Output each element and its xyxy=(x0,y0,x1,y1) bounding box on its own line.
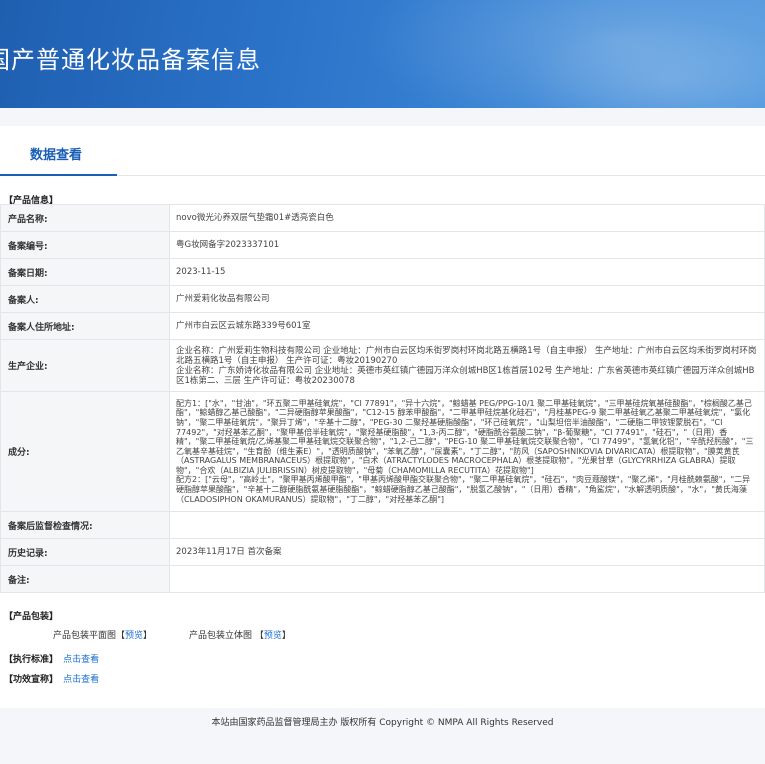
table-row: 备案日期: 2023-11-15 xyxy=(0,258,765,286)
table-row: 产品名称: novo微光沁养双层气垫霜01#透亮瓷白色 xyxy=(0,204,765,232)
tab-underline xyxy=(0,174,117,176)
row-value: 配方1：["水"，"甘油"，"环五聚二甲基硅氧烷"，"CI 77891"，"异十… xyxy=(169,391,765,512)
section-product-packaging: 【产品包装】 xyxy=(4,612,59,622)
row-key: 生产企业: xyxy=(0,339,170,392)
row-value: 广州市白云区云城东路339号601室 xyxy=(169,312,765,340)
row-key: 历史记录: xyxy=(0,538,170,566)
packaging-stereo-preview-link[interactable]: 预览 xyxy=(264,631,282,641)
banner-gap xyxy=(0,108,765,126)
packaging-flat: 产品包装平面图【预览】 xyxy=(53,628,152,641)
row-value xyxy=(169,511,765,539)
table-row: 备案人住所地址: 广州市白云区云城东路339号601室 xyxy=(0,312,765,340)
product-info-table: 产品名称: novo微光沁养双层气垫霜01#透亮瓷白色 备案编号: 粤G妆网备字… xyxy=(0,204,765,593)
row-value: novo微光沁养双层气垫霜01#透亮瓷白色 xyxy=(169,204,765,232)
row-key: 成分: xyxy=(0,391,170,512)
header-banner: 国产普通化妆品备案信息 xyxy=(0,0,765,108)
row-key: 备案编号: xyxy=(0,231,170,259)
standard-view-link[interactable]: 点击查看 xyxy=(63,655,99,665)
table-row: 备注: xyxy=(0,565,765,593)
row-value: 企业名称：广州爱莉生物科技有限公司 企业地址：广州市白云区均禾街罗岗村环岗北路五… xyxy=(169,339,765,392)
tab-bar: 数据查看 xyxy=(0,126,765,176)
section-standard: 【执行标准】 点击查看 xyxy=(4,652,99,665)
row-key: 备案人住所地址: xyxy=(0,312,170,340)
row-value: 粤G妆网备字2023337101 xyxy=(169,231,765,259)
row-key: 备注: xyxy=(0,565,170,593)
table-row: 历史记录: 2023年11月17日 首次备案 xyxy=(0,538,765,566)
row-value: 广州爱莉化妆品有限公司 xyxy=(169,285,765,313)
table-row: 生产企业: 企业名称：广州爱莉生物科技有限公司 企业地址：广州市白云区均禾街罗岗… xyxy=(0,339,765,392)
packaging-flat-preview-link[interactable]: 预览 xyxy=(125,631,143,641)
table-row: 备案编号: 粤G妆网备字2023337101 xyxy=(0,231,765,259)
row-key: 备案后监督检查情况: xyxy=(0,511,170,539)
efficacy-view-link[interactable]: 点击查看 xyxy=(63,675,99,685)
packaging-stereo-label: 产品包装立体图 【 xyxy=(189,631,264,641)
packaging-stereo: 产品包装立体图 【预览】 xyxy=(189,628,291,641)
footer: 本站由国家药品监督管理局主办 版权所有 Copyright © NMPA All… xyxy=(0,708,765,764)
row-key: 产品名称: xyxy=(0,204,170,232)
table-row: 备案后监督检查情况: xyxy=(0,511,765,539)
footer-copyright: 本站由国家药品监督管理局主办 版权所有 Copyright © NMPA All… xyxy=(211,718,554,728)
row-key: 备案人: xyxy=(0,285,170,313)
row-value: 2023-11-15 xyxy=(169,258,765,286)
bracket-close: 】 xyxy=(143,631,153,641)
efficacy-label: 【功效宣称】 xyxy=(4,675,59,685)
section-efficacy: 【功效宣称】 点击查看 xyxy=(4,672,99,685)
packaging-flat-label: 产品包装平面图【 xyxy=(53,631,126,641)
row-key: 备案日期: xyxy=(0,258,170,286)
table-row: 成分: 配方1：["水"，"甘油"，"环五聚二甲基硅氧烷"，"CI 77891"… xyxy=(0,391,765,512)
tab-data-view[interactable]: 数据查看 xyxy=(30,144,82,163)
row-value: 2023年11月17日 首次备案 xyxy=(169,538,765,566)
row-value xyxy=(169,565,765,593)
bracket-close: 】 xyxy=(281,631,291,641)
table-row: 备案人: 广州爱莉化妆品有限公司 xyxy=(0,285,765,313)
page-title: 国产普通化妆品备案信息 xyxy=(0,46,261,74)
standard-label: 【执行标准】 xyxy=(4,655,59,665)
